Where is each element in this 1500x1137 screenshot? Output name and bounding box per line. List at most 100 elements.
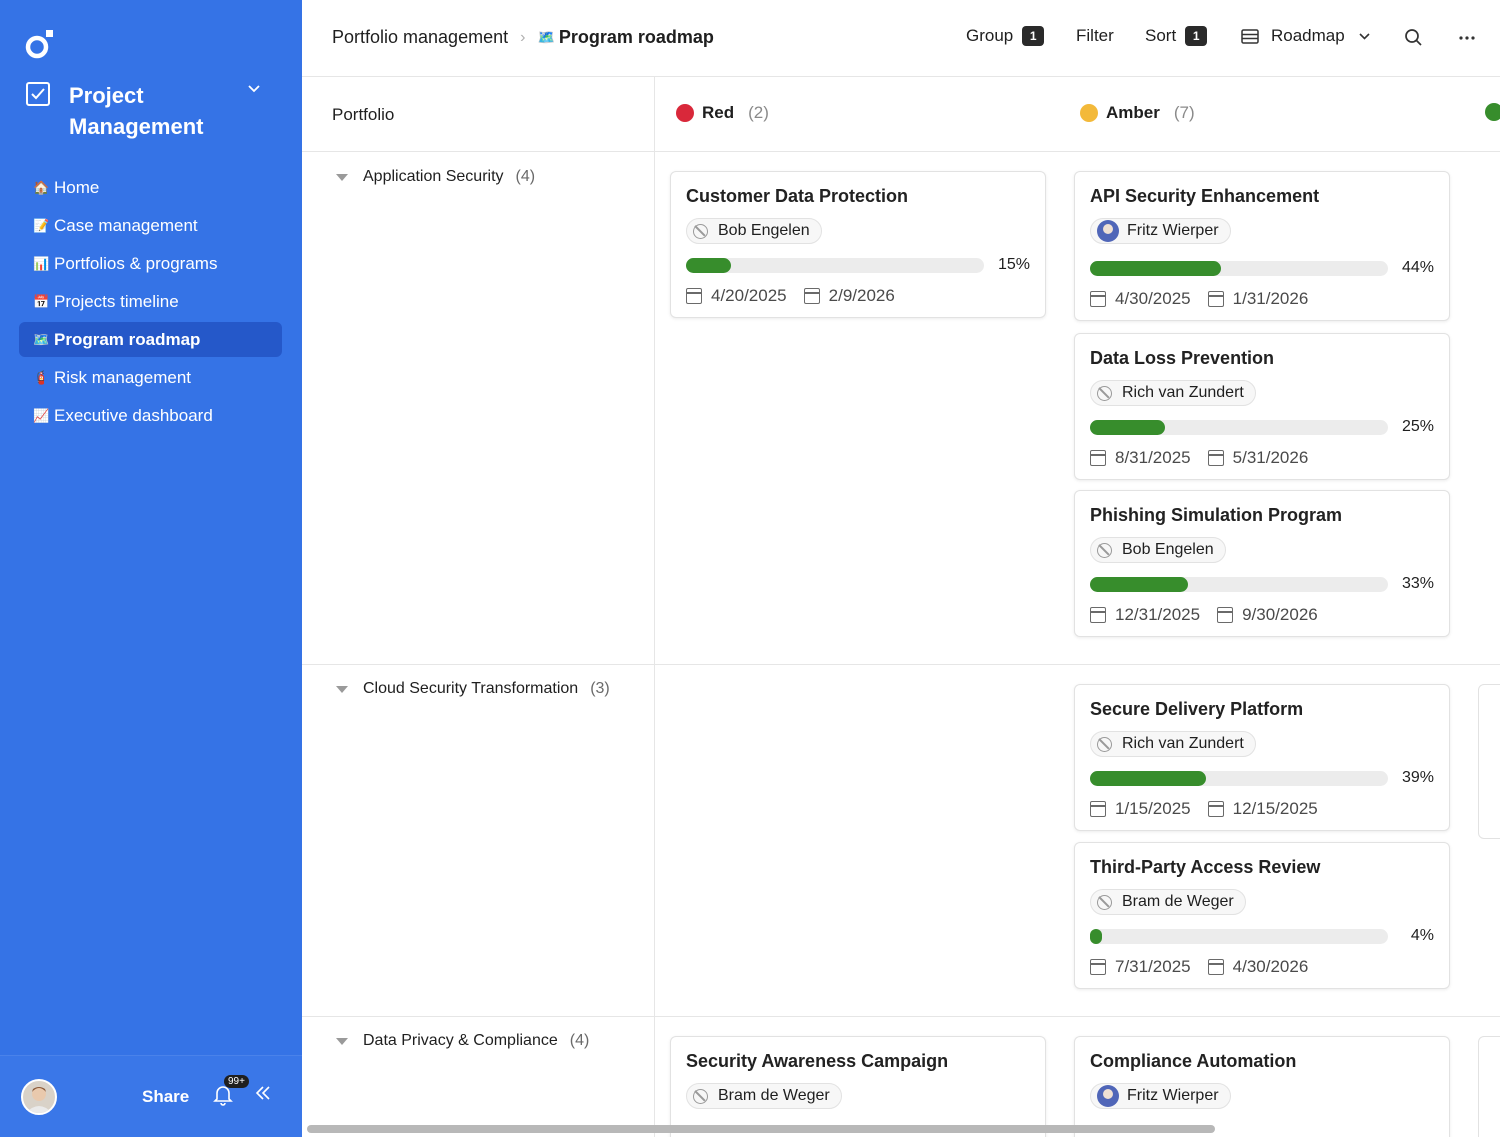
sidebar-item-home[interactable]: 🏠 Home: [19, 170, 282, 205]
date-row: 12/31/2025 9/30/2026: [1090, 605, 1434, 625]
project-card-partial[interactable]: [1478, 684, 1500, 839]
end-date[interactable]: 9/30/2026: [1242, 605, 1318, 625]
sidebar-item-program-roadmap[interactable]: 🗺️ Program roadmap: [19, 322, 282, 357]
owner-name: Bob Engelen: [718, 222, 810, 239]
workspace-switcher[interactable]: Project Management: [26, 80, 286, 142]
collapse-sidebar-icon[interactable]: [254, 1085, 272, 1101]
owner-name: Bram de Weger: [718, 1087, 830, 1104]
progress-bar: [1090, 576, 1388, 592]
end-date[interactable]: 2/9/2026: [829, 286, 895, 306]
project-card[interactable]: API Security Enhancement Fritz Wierper 44%…: [1074, 171, 1450, 321]
group-data-privacy-compliance[interactable]: Data Privacy & Compliance (4): [336, 1032, 589, 1050]
progress-percent: 15%: [997, 256, 1030, 273]
end-date[interactable]: 12/15/2025: [1233, 799, 1318, 819]
project-card[interactable]: Phishing Simulation Program Bob Engelen 33…: [1074, 490, 1450, 637]
extinguisher-icon: 🧯: [33, 369, 50, 385]
home-icon: 🏠: [33, 179, 50, 195]
status-column-green[interactable]: [1485, 103, 1500, 121]
more-options-icon[interactable]: [1459, 36, 1475, 40]
owner-chip[interactable]: Rich van Zundert: [1090, 731, 1256, 757]
memo-icon: 📝: [33, 217, 50, 233]
start-date[interactable]: 7/31/2025: [1115, 957, 1191, 977]
breadcrumb-current[interactable]: Program roadmap: [559, 27, 714, 48]
end-date[interactable]: 5/31/2026: [1233, 448, 1309, 468]
calendar-icon: [1217, 607, 1234, 623]
sort-button[interactable]: Sort 1: [1145, 26, 1208, 46]
chevron-down-icon[interactable]: [247, 84, 261, 94]
owner-name: Bob Engelen: [1122, 541, 1214, 558]
sidebar-item-risk-management[interactable]: 🧯 Risk management: [19, 360, 282, 395]
collapse-triangle-icon[interactable]: [336, 1037, 348, 1045]
project-card-partial[interactable]: [1478, 1036, 1500, 1137]
no-status-icon: [1097, 894, 1112, 910]
status-dot: [676, 104, 694, 122]
sidebar-nav: 🏠 Home 📝 Case management 📊 Portfolios & …: [19, 170, 282, 436]
project-card[interactable]: Customer Data Protection Bob Engelen 15% 4/…: [670, 171, 1046, 318]
group-count: (4): [569, 1032, 590, 1049]
search-icon[interactable]: [1404, 28, 1423, 47]
sort-label: Sort: [1145, 26, 1177, 45]
owner-chip[interactable]: Fritz Wierper: [1090, 1083, 1231, 1109]
column-divider: [654, 77, 655, 1137]
sidebar-item-label: Projects timeline: [54, 291, 179, 311]
sidebar-item-executive-dashboard[interactable]: 📈 Executive dashboard: [19, 398, 282, 433]
date-row: 7/31/2025 4/30/2026: [1090, 957, 1434, 977]
collapse-triangle-icon[interactable]: [336, 173, 348, 181]
user-avatar[interactable]: [21, 1079, 57, 1115]
share-button[interactable]: Share: [142, 1087, 189, 1107]
progress-percent: 4%: [1410, 927, 1434, 944]
owner-chip[interactable]: Bob Engelen: [1090, 537, 1226, 563]
calendar-icon: [1090, 291, 1106, 307]
notification-badge: 99+: [224, 1075, 249, 1088]
progress-bar: [1090, 770, 1388, 786]
progress-row: 15%: [686, 256, 1030, 274]
breadcrumb-parent[interactable]: Portfolio management: [332, 27, 508, 48]
owner-chip[interactable]: Bob Engelen: [686, 218, 822, 244]
progress-fill: [1090, 576, 1189, 592]
table-icon: [1241, 28, 1259, 44]
owner-chip[interactable]: Fritz Wierper: [1090, 218, 1231, 244]
owner-chip[interactable]: Rich van Zundert: [1090, 380, 1256, 406]
owner-name: Rich van Zundert: [1122, 384, 1244, 401]
project-card[interactable]: Compliance Automation Fritz Wierper: [1074, 1036, 1450, 1137]
group-application-security[interactable]: Application Security (4): [336, 168, 535, 186]
start-date[interactable]: 12/31/2025: [1115, 605, 1200, 625]
sidebar-item-projects-timeline[interactable]: 📅 Projects timeline: [19, 284, 282, 319]
filter-button[interactable]: Filter: [1076, 26, 1114, 46]
start-date[interactable]: 4/30/2025: [1115, 289, 1191, 309]
owner-name: Rich van Zundert: [1122, 735, 1244, 752]
sidebar-item-portfolios-programs[interactable]: 📊 Portfolios & programs: [19, 246, 282, 281]
group-button[interactable]: Group 1: [966, 26, 1045, 46]
status-column-amber[interactable]: Amber (7): [1080, 103, 1195, 123]
group-count: (4): [515, 168, 536, 185]
progress-percent: 25%: [1401, 418, 1434, 435]
progress-row: 4%: [1090, 927, 1434, 945]
owner-chip[interactable]: Bram de Weger: [686, 1083, 842, 1109]
start-date[interactable]: 8/31/2025: [1115, 448, 1191, 468]
end-date[interactable]: 1/31/2026: [1233, 289, 1309, 309]
horizontal-scrollbar[interactable]: [307, 1125, 1215, 1133]
project-card[interactable]: Secure Delivery Platform Rich van Zundert…: [1074, 684, 1450, 831]
project-card[interactable]: Data Loss Prevention Rich van Zundert 25% 8…: [1074, 333, 1450, 480]
status-count: (7): [1173, 103, 1195, 122]
column-header-row: Portfolio Red (2) Amber (7): [302, 77, 1500, 152]
status-column-red[interactable]: Red (2): [676, 103, 769, 123]
sidebar-item-case-management[interactable]: 📝 Case management: [19, 208, 282, 243]
project-card[interactable]: Security Awareness Campaign Bram de Weger: [670, 1036, 1046, 1137]
view-switcher[interactable]: Roadmap: [1241, 26, 1371, 46]
group-cloud-security-transformation[interactable]: Cloud Security Transformation (3): [336, 680, 610, 698]
project-card[interactable]: Third-Party Access Review Bram de Weger 4%…: [1074, 842, 1450, 989]
sidebar-item-label: Program roadmap: [54, 329, 201, 349]
sidebar-item-label: Portfolios & programs: [54, 253, 218, 273]
date-row: 4/30/2025 1/31/2026: [1090, 289, 1434, 309]
start-date[interactable]: 4/20/2025: [711, 286, 787, 306]
owner-chip[interactable]: Bram de Weger: [1090, 889, 1246, 915]
app-logo-icon[interactable]: [24, 28, 56, 60]
progress-fill: [686, 257, 731, 273]
end-date[interactable]: 4/30/2026: [1233, 957, 1309, 977]
progress-row: 33%: [1090, 575, 1434, 593]
collapse-triangle-icon[interactable]: [336, 685, 348, 693]
start-date[interactable]: 1/15/2025: [1115, 799, 1191, 819]
calendar-icon: [1090, 607, 1106, 623]
sidebar: Project Management 🏠 Home 📝 Case managem…: [0, 0, 302, 1137]
